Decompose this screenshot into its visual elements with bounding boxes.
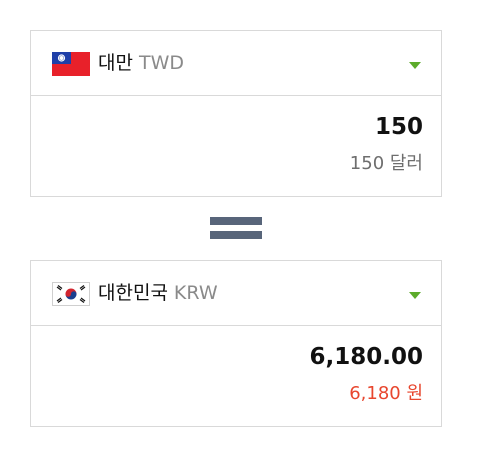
taiwan-flag-icon <box>52 52 90 76</box>
to-currency-select[interactable]: 대한민국 KRW <box>31 261 441 326</box>
equals-bar-top <box>210 217 262 225</box>
from-country-name: 대만 <box>98 52 133 74</box>
to-currency-card: 대한민국 KRW 6,180.00 6,180 원 <box>30 260 442 427</box>
to-currency-label: 대한민국 KRW <box>98 280 218 306</box>
from-amount-words: 150 달러 <box>349 153 423 174</box>
to-country-name: 대한민국 <box>98 282 168 304</box>
to-amount-value: 6,180.00 <box>309 344 424 370</box>
from-currency-label: 대만 TWD <box>98 50 184 76</box>
south-korea-flag-icon <box>52 282 90 306</box>
equals-icon <box>210 217 262 242</box>
from-currency-card: 대만 TWD 150 150 달러 <box>30 30 442 197</box>
to-currency-code: KRW <box>173 282 218 304</box>
equals-bar-bottom <box>210 231 262 239</box>
from-amount-input[interactable]: 150 <box>375 112 423 142</box>
to-amount-words: 6,180 원 <box>349 383 423 404</box>
chevron-down-icon <box>409 292 421 299</box>
from-currency-select[interactable]: 대만 TWD <box>31 31 441 96</box>
from-currency-code: TWD <box>138 52 184 74</box>
chevron-down-icon <box>409 62 421 69</box>
